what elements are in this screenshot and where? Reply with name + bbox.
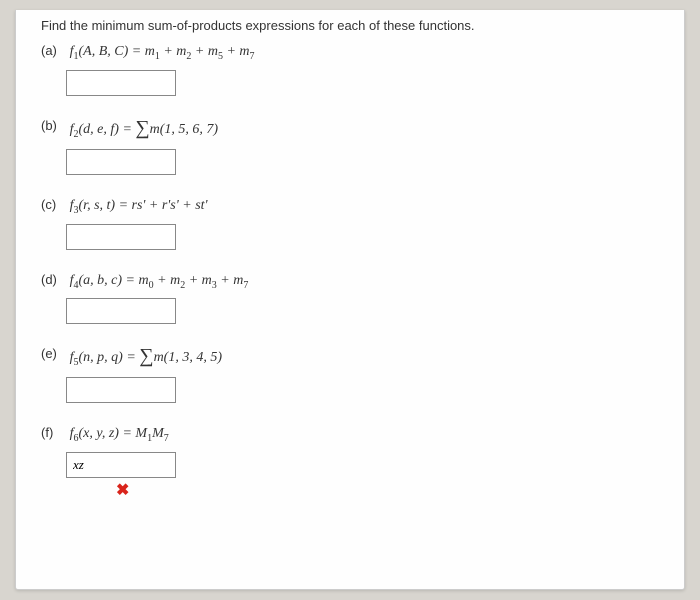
feedback-row-f: ✖	[66, 480, 659, 500]
expression-a: f1(A, B, C) = m1 + m2 + m5 + m7	[70, 44, 255, 59]
input-row-c	[66, 224, 659, 250]
question-d: (d) f4(a, b, c) = m0 + m2 + m3 + m7	[41, 272, 659, 291]
expression-c: f3(r, s, t) = rs' + r's' + st'	[70, 198, 208, 213]
answer-input-a[interactable]	[66, 70, 176, 96]
wrong-mark-icon: ✖	[116, 482, 129, 499]
part-label-e: (e)	[41, 346, 66, 361]
expression-b: f2(d, e, f) = ∑m(1, 5, 6, 7)	[70, 122, 218, 137]
answer-input-c[interactable]	[66, 224, 176, 250]
answer-input-d[interactable]	[66, 298, 176, 324]
input-row-e	[66, 377, 659, 403]
input-row-b	[66, 149, 659, 175]
input-row-d	[66, 298, 659, 324]
part-label-a: (a)	[41, 43, 66, 58]
input-row-f	[66, 452, 659, 478]
expression-e: f5(n, p, q) = ∑m(1, 3, 4, 5)	[70, 350, 222, 365]
expression-d: f4(a, b, c) = m0 + m2 + m3 + m7	[70, 273, 249, 288]
part-label-c: (c)	[41, 197, 66, 212]
expression-f: f6(x, y, z) = M1M7	[70, 426, 169, 441]
question-b: (b) f2(d, e, f) = ∑m(1, 5, 6, 7)	[41, 118, 659, 141]
prompt-text: Find the minimum sum-of-products express…	[41, 18, 659, 33]
part-label-b: (b)	[41, 118, 66, 133]
part-label-f: (f)	[41, 425, 66, 440]
question-container: Find the minimum sum-of-products express…	[15, 10, 685, 590]
answer-input-f[interactable]	[66, 452, 176, 478]
answer-input-b[interactable]	[66, 149, 176, 175]
question-e: (e) f5(n, p, q) = ∑m(1, 3, 4, 5)	[41, 346, 659, 369]
answer-input-e[interactable]	[66, 377, 176, 403]
input-row-a	[66, 70, 659, 96]
sigma-icon: ∑	[135, 117, 149, 139]
question-f: (f) f6(x, y, z) = M1M7	[41, 425, 659, 444]
sigma-icon: ∑	[139, 345, 153, 367]
question-c: (c) f3(r, s, t) = rs' + r's' + st'	[41, 197, 659, 216]
part-label-d: (d)	[41, 272, 66, 287]
question-a: (a) f1(A, B, C) = m1 + m2 + m5 + m7	[41, 43, 659, 62]
